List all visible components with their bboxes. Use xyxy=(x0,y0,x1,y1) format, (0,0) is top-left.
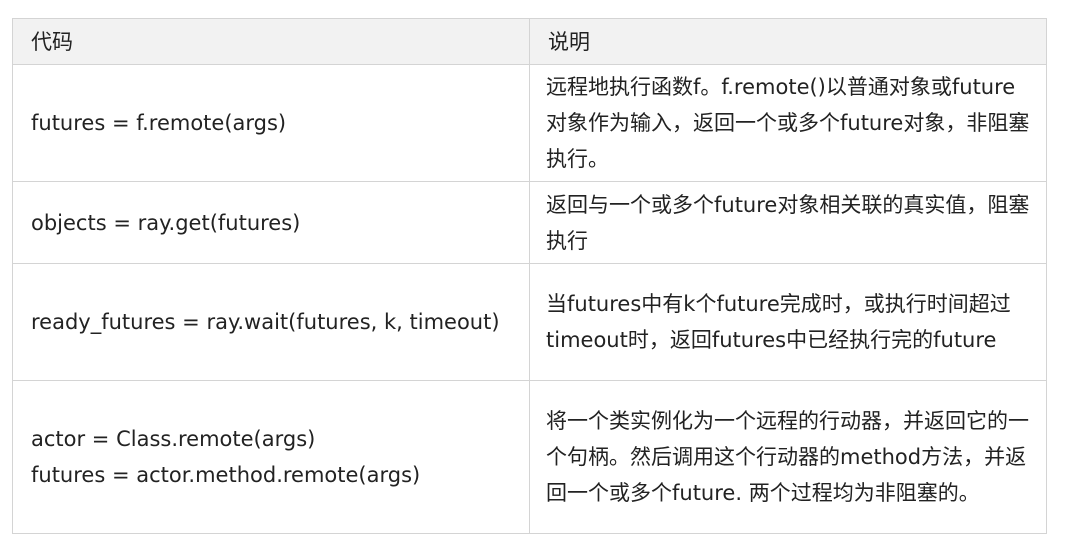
code-cell: futures = f.remote(args) xyxy=(12,64,530,182)
code-line: ready_futures = ray.wait(futures, k, tim… xyxy=(31,310,500,334)
description-cell: 返回与一个或多个future对象相关联的真实值，阻塞执行 xyxy=(529,181,1047,264)
description-cell: 当futures中有k个future完成时，或执行时间超过timeout时，返回… xyxy=(529,263,1047,381)
table-header-row: 代码 说明 xyxy=(12,18,1047,65)
api-table: 代码 说明 futures = f.remote(args) 远程地执行函数f。… xyxy=(12,18,1047,534)
table-row: futures = f.remote(args) 远程地执行函数f。f.remo… xyxy=(12,64,1047,182)
code-cell: ready_futures = ray.wait(futures, k, tim… xyxy=(12,263,530,381)
header-code: 代码 xyxy=(12,18,530,65)
table-row: objects = ray.get(futures) 返回与一个或多个futur… xyxy=(12,181,1047,264)
code-cell: objects = ray.get(futures) xyxy=(12,181,530,264)
description-cell: 将一个类实例化为一个远程的行动器，并返回它的一个句柄。然后调用这个行动器的met… xyxy=(529,380,1047,534)
code-line: actor = Class.remote(args) xyxy=(31,427,316,451)
header-description: 说明 xyxy=(529,18,1047,65)
code-cell: actor = Class.remote(args) futures = act… xyxy=(12,380,530,534)
description-cell: 远程地执行函数f。f.remote()以普通对象或future对象作为输入，返回… xyxy=(529,64,1047,182)
code-line: futures = f.remote(args) xyxy=(31,111,287,135)
code-line: futures = actor.method.remote(args) xyxy=(31,463,421,487)
table-row: actor = Class.remote(args) futures = act… xyxy=(12,380,1047,534)
code-line: objects = ray.get(futures) xyxy=(31,210,301,235)
table-row: ready_futures = ray.wait(futures, k, tim… xyxy=(12,263,1047,381)
